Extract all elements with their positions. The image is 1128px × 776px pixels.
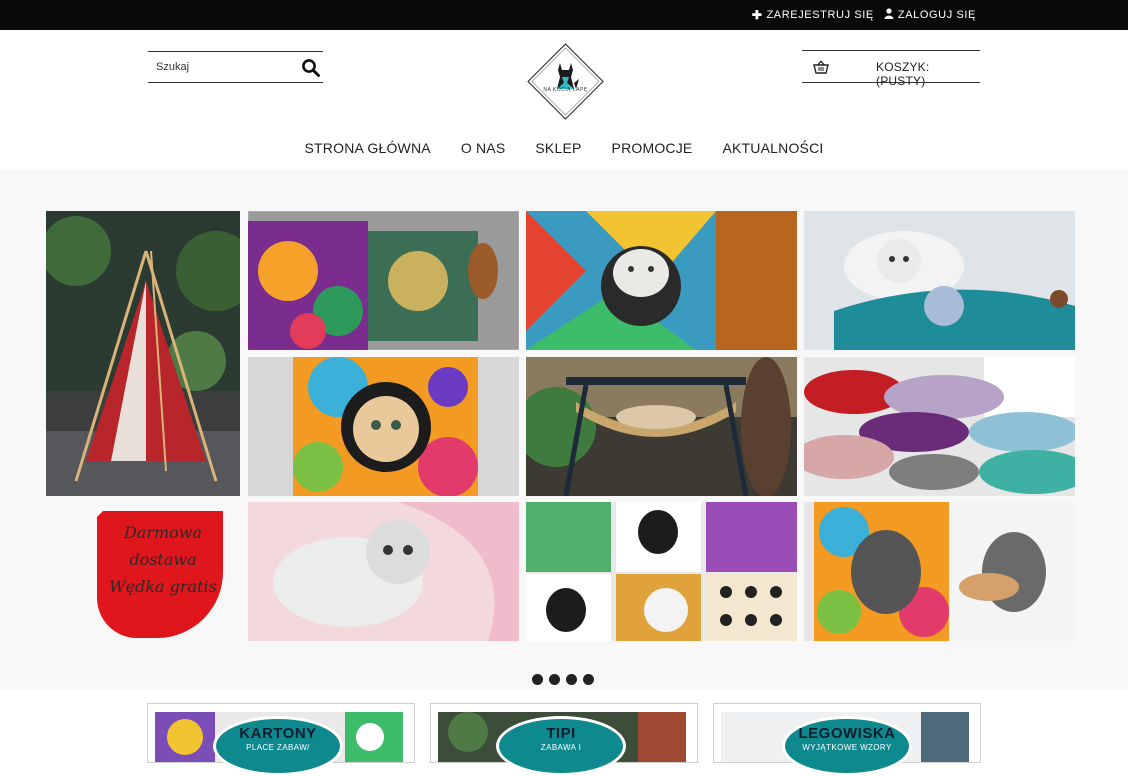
slide-image-beds[interactable] — [804, 357, 1075, 496]
account-links: ✚ ZAREJESTRUJ SIĘ ZALOGUJ SIĘ — [752, 8, 976, 21]
cart-label: KOSZYK: (PUSTY) — [876, 60, 930, 88]
category-label-tipi: TIPI ZABAWA I — [496, 716, 626, 776]
slide-image-fluffy-cat[interactable] — [248, 502, 519, 641]
slide-image-pillows[interactable] — [248, 211, 519, 350]
promo-text: Darmowa dostawa Wędka gratis — [100, 519, 226, 600]
slide-image-tipi[interactable] — [46, 211, 240, 496]
promo-line-3: Wędka gratis — [109, 577, 217, 596]
user-icon — [884, 8, 894, 21]
nav-item-about[interactable]: O NAS — [461, 140, 506, 156]
site-logo[interactable] — [527, 43, 604, 120]
nav-item-shop[interactable]: SKLEP — [535, 140, 581, 156]
promo-line-2: dostawa — [129, 550, 197, 569]
slider-dot-3[interactable] — [566, 674, 577, 685]
main-nav: STRONA GŁÓWNA O NAS SKLEP PROMOCJE AKTUA… — [0, 140, 1128, 156]
slide-image-mandala-cat[interactable] — [248, 357, 519, 496]
search-input[interactable] — [156, 58, 296, 76]
slider-dot-2[interactable] — [549, 674, 560, 685]
search-icon — [302, 59, 320, 77]
plus-icon: ✚ — [751, 7, 763, 22]
category-subtitle: WYJĄTKOWE WZORY — [802, 743, 892, 752]
register-label: ZAREJESTRUJ SIĘ — [766, 8, 874, 21]
category-title: KARTONY — [239, 725, 317, 742]
category-label-beds: LEGOWISKA WYJĄTKOWE WZORY — [782, 716, 912, 776]
category-subtitle: PLACE ZABAW/ — [246, 743, 310, 752]
search-button[interactable] — [301, 58, 321, 78]
nav-item-home[interactable]: STRONA GŁÓWNA — [305, 140, 431, 156]
category-card-tipi[interactable]: TIPI ZABAWA I — [430, 703, 698, 776]
category-subtitle: ZABAWA I — [540, 743, 582, 752]
category-label-boxes: KARTONY PLACE ZABAW/ — [213, 716, 343, 776]
logo-text: NA KOCIĄ ŁAPĘ — [543, 87, 588, 93]
promo-line-1: Darmowa — [123, 523, 203, 542]
top-bar: ✚ ZAREJESTRUJ SIĘ ZALOGUJ SIĘ — [0, 0, 1128, 30]
slide-image-box-collage[interactable] — [526, 502, 797, 641]
slider-dot-1[interactable] — [532, 674, 543, 685]
slide-image-cat-basket[interactable] — [804, 211, 1075, 350]
slider-pagination — [532, 674, 594, 685]
login-label: ZALOGUJ SIĘ — [897, 8, 976, 21]
nav-item-news[interactable]: AKTUALNOŚCI — [722, 140, 823, 156]
slide-image-cat-entering[interactable] — [804, 502, 1075, 641]
slide-image-cat-box[interactable] — [526, 211, 797, 350]
nav-item-promotions[interactable]: PROMOCJE — [612, 140, 693, 156]
category-card-boxes[interactable]: KARTONY PLACE ZABAW/ — [147, 703, 415, 776]
category-title: TIPI — [546, 725, 576, 742]
search-box — [148, 51, 323, 83]
category-title: LEGOWISKA — [798, 725, 896, 742]
login-link[interactable]: ZALOGUJ SIĘ — [884, 8, 976, 21]
slider-dot-4[interactable] — [583, 674, 594, 685]
category-card-beds[interactable]: LEGOWISKA WYJĄTKOWE WZORY — [713, 703, 981, 776]
cart-box[interactable]: KOSZYK: (PUSTY) — [802, 50, 980, 88]
register-link[interactable]: ✚ ZAREJESTRUJ SIĘ — [752, 8, 874, 21]
basket-icon — [813, 59, 829, 75]
slide-image-hammock[interactable] — [526, 357, 797, 496]
